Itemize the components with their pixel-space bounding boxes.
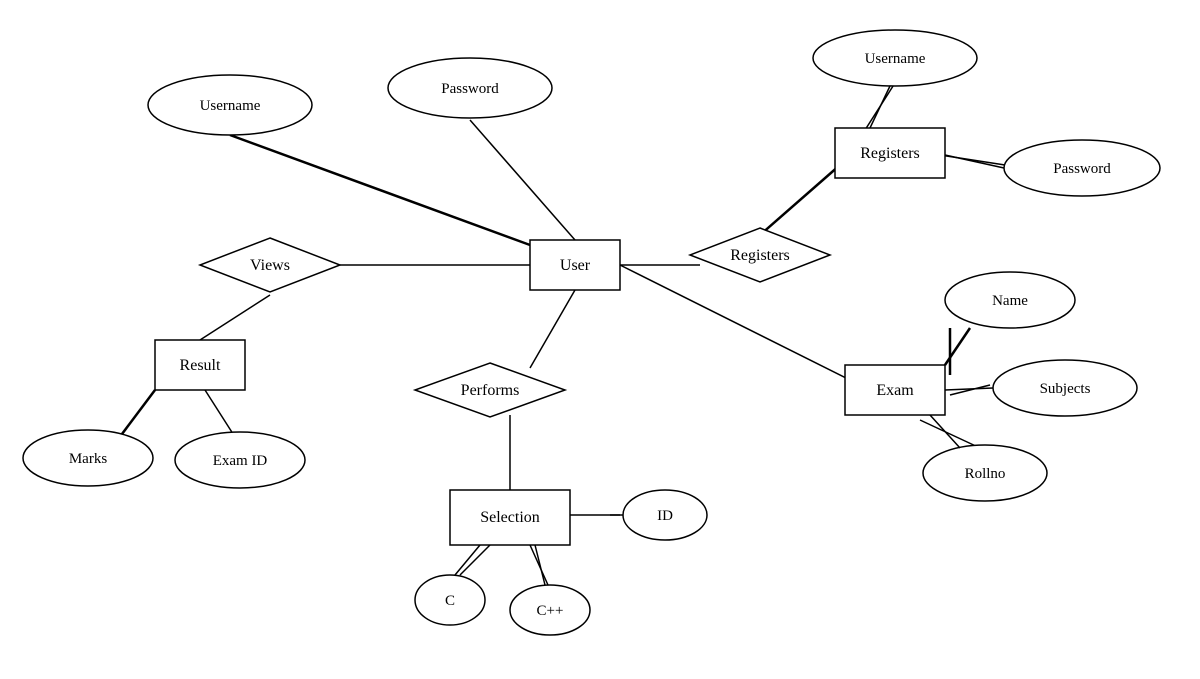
user-entity-label: User (560, 257, 591, 274)
name-label: Name (992, 293, 1028, 309)
examid-label: Exam ID (213, 453, 268, 469)
username1-label: Username (200, 98, 261, 114)
registers-entity-label: Registers (860, 145, 920, 162)
views-label: Views (250, 257, 290, 274)
password2-label: Password (1053, 161, 1111, 177)
registers-label: Registers (730, 247, 790, 264)
exam-entity-label: Exam (876, 382, 914, 399)
rollno-label: Rollno (965, 466, 1006, 482)
username2-label: Username (865, 51, 926, 67)
subjects-label: Subjects (1040, 381, 1091, 397)
cpp-label: C++ (537, 603, 564, 619)
selection-entity-label: Selection (480, 509, 540, 526)
performs-label: Performs (461, 382, 520, 399)
c-label: C (445, 593, 455, 609)
er-diagram: Views Registers Performs User Result Sel… (0, 0, 1200, 674)
id-label: ID (657, 508, 673, 524)
result-entity-label: Result (180, 357, 221, 374)
password1-label: Password (441, 81, 499, 97)
marks-label: Marks (69, 451, 107, 467)
